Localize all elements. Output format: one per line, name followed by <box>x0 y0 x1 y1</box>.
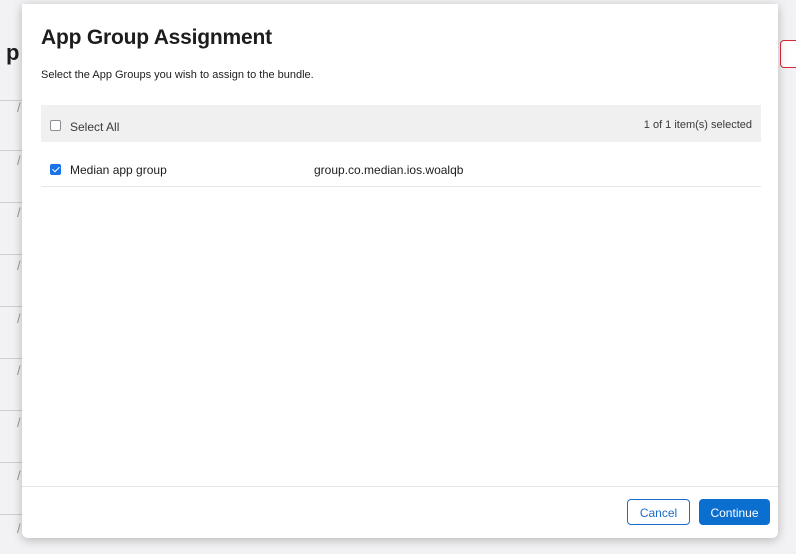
background-row-divider <box>0 150 22 151</box>
background-row-glyph: / <box>17 363 21 378</box>
continue-button[interactable]: Continue <box>699 499 770 525</box>
select-all-checkbox[interactable] <box>50 120 61 131</box>
background-row-glyph: / <box>17 311 21 326</box>
background-row-divider <box>0 358 22 359</box>
background-row-divider <box>0 254 22 255</box>
background-action-button <box>780 40 796 68</box>
select-all-label[interactable]: Select All <box>70 120 119 134</box>
background-row-divider <box>0 202 22 203</box>
app-group-assignment-dialog: App Group Assignment Select the App Grou… <box>22 4 778 538</box>
dialog-description: Select the App Groups you wish to assign… <box>41 69 314 81</box>
background-row-glyph: / <box>17 205 21 220</box>
app-group-name: Median app group <box>70 163 167 177</box>
background-row-glyph: / <box>17 100 21 115</box>
background-row-divider <box>0 514 22 515</box>
cancel-button[interactable]: Cancel <box>627 499 690 525</box>
background-row-glyph: / <box>17 415 21 430</box>
background-row-glyph: / <box>17 258 21 273</box>
list-item[interactable]: Median app group group.co.median.ios.woa… <box>41 146 761 187</box>
item-checkbox[interactable] <box>50 164 61 175</box>
background-row-glyph: / <box>17 521 21 536</box>
background-list-strip: / / / / / / / / / <box>0 0 22 554</box>
app-group-identifier: group.co.median.ios.woalqb <box>314 163 464 177</box>
list-header: Select All 1 of 1 item(s) selected <box>41 105 761 142</box>
dialog-title: App Group Assignment <box>41 26 272 49</box>
background-row-divider <box>0 410 22 411</box>
background-row-glyph: / <box>17 468 21 483</box>
background-row-glyph: / <box>17 153 21 168</box>
background-row-divider <box>0 306 22 307</box>
selection-count: 1 of 1 item(s) selected <box>643 119 752 131</box>
footer-divider <box>22 486 778 487</box>
background-row-divider <box>0 462 22 463</box>
